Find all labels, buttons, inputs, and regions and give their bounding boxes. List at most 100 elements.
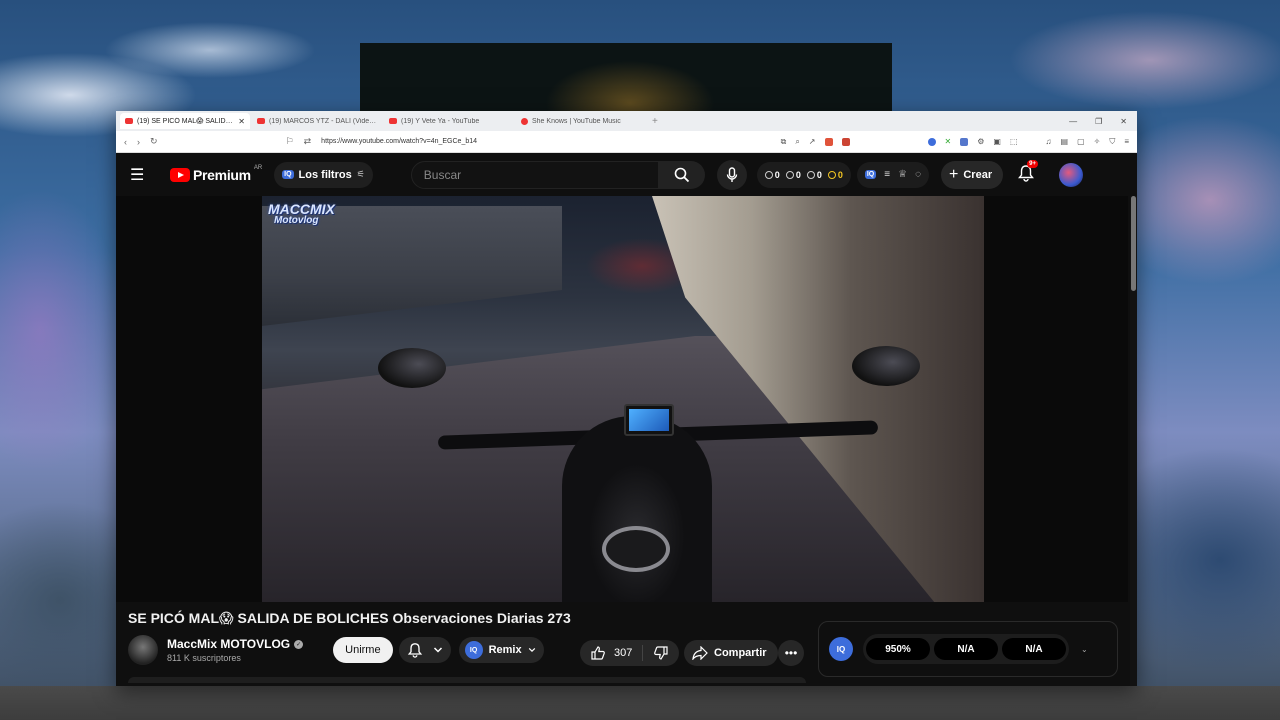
tab-label: (19) SE PICÓ MAL😱 SALIDA...	[137, 118, 235, 125]
tab-video[interactable]: (19) SE PICÓ MAL😱 SALIDA... ✕	[120, 113, 250, 129]
iq-stat-2[interactable]: N/A	[934, 638, 998, 660]
downloads-icon[interactable]: ⬚	[1010, 137, 1018, 146]
tab-vete-ya[interactable]: (19) Y Vete Ya - YouTube	[384, 113, 514, 129]
microphone-icon	[726, 166, 737, 182]
remix-button[interactable]: IQ Remix	[458, 637, 544, 663]
description-box-edge[interactable]	[128, 677, 806, 683]
thumbs-up-icon	[591, 646, 605, 660]
search-input[interactable]: Buscar	[410, 160, 659, 189]
stat-time-yellow: 0	[827, 170, 843, 180]
more-actions-button[interactable]: •••	[778, 640, 804, 666]
eye-icon	[785, 170, 794, 179]
tab-bar: (19) SE PICÓ MAL😱 SALIDA... ✕ (19) MARCO…	[116, 111, 1137, 131]
stat-views-2: 0	[806, 170, 822, 180]
open-external-icon[interactable]: ⧉	[781, 137, 787, 147]
youtube-favicon-icon	[389, 118, 397, 124]
vpn-icon[interactable]: ⛉	[1109, 137, 1115, 147]
share-button[interactable]: Compartir	[684, 640, 778, 666]
like-button[interactable]: 307	[580, 645, 644, 661]
chevron-down-icon	[433, 647, 442, 653]
minimize-icon[interactable]: —	[1069, 117, 1077, 126]
extension-x-icon[interactable]: ✕	[945, 137, 952, 146]
filters-button[interactable]: IQ Los filtros ⚟	[274, 161, 373, 188]
screenshot-icon[interactable]: ▣	[993, 137, 1001, 146]
tools-icon[interactable]: ✧	[1094, 137, 1101, 146]
iq-stat-percentage[interactable]: 950%	[866, 638, 930, 660]
close-tab-icon[interactable]: ✕	[238, 117, 245, 126]
video-player[interactable]: MACCMIX Motovlog	[116, 196, 1128, 602]
zoom-icon[interactable]: ⌕	[795, 137, 799, 147]
youtube-header: ☰ Premium AR IQ Los filtros ⚟ Buscar 0 0…	[116, 153, 1137, 196]
desktop-bottom-strip	[0, 686, 1280, 720]
youtube-logo[interactable]: Premium AR	[170, 164, 263, 183]
region-code: AR	[253, 164, 263, 171]
filters-label: Los filtros	[298, 168, 352, 181]
extension-tools-pill: IQ ≡ ♕ ◌	[856, 161, 930, 188]
extension-iq-icon[interactable]	[927, 137, 936, 146]
search-bar: Buscar	[410, 160, 705, 189]
tab-she-knows[interactable]: She Knows | YouTube Music	[516, 113, 646, 129]
site-settings-icon[interactable]: ⇄	[304, 136, 312, 147]
brave-shield-icon[interactable]	[824, 137, 833, 146]
join-button[interactable]: Unirme	[333, 637, 393, 663]
stat-watch-time: 0	[764, 170, 780, 180]
iq-extension-icon: IQ	[464, 641, 483, 659]
subscription-bell-button[interactable]	[398, 637, 451, 663]
create-button[interactable]: + Crear	[941, 160, 1004, 189]
browser-window: (19) SE PICÓ MAL😱 SALIDA... ✕ (19) MARCO…	[116, 111, 1137, 686]
video-scene-tank-cap	[602, 526, 670, 572]
video-scene-mirror-right	[852, 346, 920, 386]
chevron-down-icon[interactable]: ⌄	[1081, 645, 1088, 654]
voice-search-button[interactable]	[716, 159, 747, 190]
channel-name-row[interactable]: MaccMix MOTOVLOG ✓	[167, 637, 304, 651]
like-dislike-group: 307	[580, 640, 680, 666]
sliders-icon: ⚟	[356, 169, 365, 179]
share-arrow-icon	[692, 646, 708, 660]
youtube-brand-label: Premium	[193, 166, 251, 183]
notifications-button[interactable]: 9+	[1017, 159, 1039, 186]
extensions-icon[interactable]: ⚙	[977, 137, 984, 146]
back-icon[interactable]: ‹	[124, 137, 127, 147]
scrollbar-thumb[interactable]	[1131, 196, 1136, 291]
dislike-button[interactable]	[643, 645, 679, 661]
iq-extension-panel: IQ 950% N/A N/A ⌄	[818, 621, 1118, 677]
reload-icon[interactable]: ↻	[150, 136, 158, 147]
iq-extension-icon[interactable]: IQ	[829, 637, 853, 661]
maximize-icon[interactable]: ❐	[1095, 117, 1102, 126]
video-frame[interactable]: MACCMIX Motovlog	[262, 196, 984, 602]
background-video-window[interactable]	[360, 43, 892, 113]
channel-name[interactable]: MaccMix MOTOVLOG	[167, 637, 290, 651]
music-icon[interactable]: ♫	[1046, 137, 1052, 146]
share-icon[interactable]: ↗	[809, 137, 816, 146]
list-settings-icon[interactable]: ≡	[884, 169, 890, 180]
tab-label: (19) MARCOS YTZ - DALI (Video Ofi...	[269, 117, 377, 125]
url-field[interactable]: https://www.youtube.com/watch?v=4n_EGCe_…	[321, 138, 770, 145]
search-icon	[674, 167, 689, 182]
adblock-icon[interactable]	[841, 137, 850, 146]
forward-icon[interactable]: ›	[137, 137, 140, 147]
tab-marcos[interactable]: (19) MARCOS YTZ - DALI (Video Ofi...	[252, 113, 382, 129]
menu-icon[interactable]: ≡	[1124, 137, 1129, 146]
channel-avatar[interactable]	[128, 635, 158, 665]
sidebar-icon[interactable]: ▤	[1061, 137, 1069, 146]
iq-extension-icon[interactable]: IQ	[864, 170, 877, 179]
new-tab-icon[interactable]: +	[652, 116, 658, 127]
iq-stat-3[interactable]: N/A	[1002, 638, 1066, 660]
extension-stats-pill[interactable]: 0 0 0 0	[756, 161, 851, 188]
page-scrollbar[interactable]	[1130, 196, 1137, 686]
extension-translate-icon[interactable]	[960, 137, 969, 146]
wallet-icon[interactable]: ▢	[1077, 137, 1085, 146]
search-button[interactable]	[658, 160, 705, 189]
account-avatar[interactable]	[1059, 162, 1084, 187]
trophy-icon[interactable]: ♕	[898, 169, 907, 180]
chat-icon[interactable]: ◌	[915, 169, 921, 180]
tab-label: She Knows | YouTube Music	[532, 117, 621, 125]
iq-stats-group: 950% N/A N/A	[863, 634, 1069, 664]
eye-icon	[806, 170, 815, 179]
menu-hamburger-icon[interactable]: ☰	[130, 165, 156, 185]
share-label: Compartir	[714, 647, 767, 659]
video-scene-dashboard	[624, 404, 674, 436]
close-window-icon[interactable]: ✕	[1120, 117, 1127, 126]
bookmark-icon[interactable]: ⚐	[286, 136, 294, 147]
create-label: Crear	[963, 168, 993, 181]
